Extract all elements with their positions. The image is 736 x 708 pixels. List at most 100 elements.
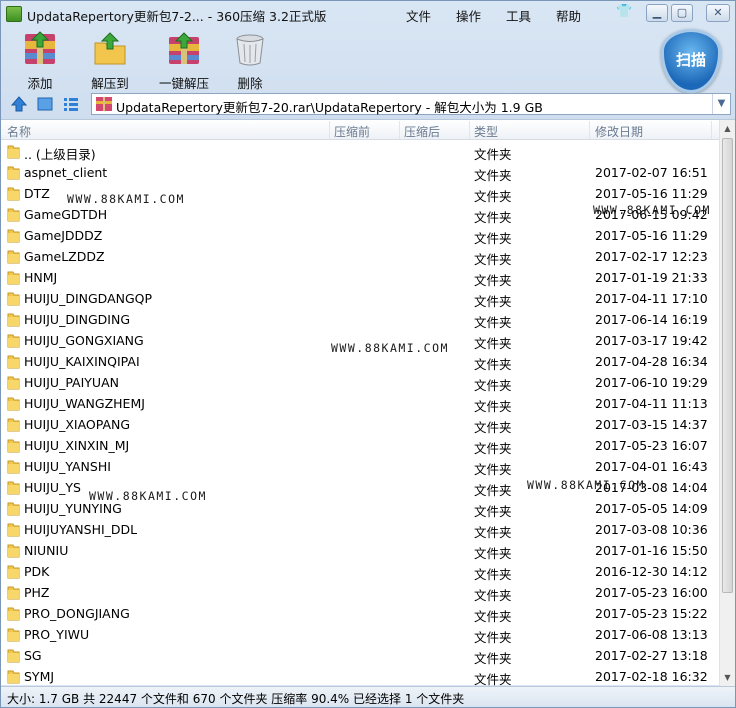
path-field[interactable]: UpdataRepertory更新包7-20.rar\UpdataReperto… (91, 93, 731, 115)
column-divider[interactable] (329, 121, 330, 139)
file-type: 文件夹 (474, 231, 512, 246)
path-dropdown-icon[interactable]: ▼ (712, 94, 730, 114)
table-row[interactable]: HUIJU_XINXIN_MJ 文件夹 2017-05-23 16:07 (1, 435, 719, 456)
file-date: 2017-06-14 16:19 (595, 312, 708, 327)
file-date: 2017-05-16 11:29 (595, 228, 708, 243)
file-name: GameJDDDZ (24, 228, 103, 243)
file-date: 2017-03-08 10:36 (595, 522, 708, 537)
table-row[interactable]: PRO_YIWU 文件夹 2017-06-08 13:13 (1, 624, 719, 645)
table-row[interactable]: HUIJU_YANSHI 文件夹 2017-04-01 16:43 (1, 456, 719, 477)
menu-file[interactable]: 文件 (406, 6, 431, 25)
table-row[interactable]: GameJDDDZ 文件夹 2017-05-16 11:29 (1, 225, 719, 246)
navigation-bar: UpdataRepertory更新包7-20.rar\UpdataReperto… (1, 93, 735, 115)
file-name: HUIJU_DINGDANGQP (24, 291, 153, 306)
folder-icon (7, 249, 20, 264)
skin-shirt-icon[interactable]: 👕 (616, 5, 632, 19)
file-date: 2017-06-08 13:13 (595, 627, 708, 642)
table-row[interactable]: PDK 文件夹 2016-12-30 14:12 (1, 561, 719, 582)
table-row[interactable]: SG 文件夹 2017-02-27 13:18 (1, 645, 719, 666)
status-bar: 大小: 1.7 GB 共 22447 个文件和 670 个文件夹 压缩率 90.… (1, 686, 735, 707)
file-name: HUIJU_GONGXIANG (24, 333, 144, 348)
file-type: 文件夹 (474, 420, 512, 435)
app-logo-icon (6, 6, 22, 22)
column-compressed-after[interactable]: 压缩后 (404, 123, 440, 140)
file-name: PRO_DONGJIANG (24, 606, 130, 621)
table-row[interactable]: .. (上级目录) 文件夹 (1, 141, 719, 162)
title-bar: UpdataRepertory更新包7-2... - 360压缩 3.2正式版 … (1, 1, 735, 27)
table-row[interactable]: PRO_DONGJIANG 文件夹 2017-05-23 15:22 (1, 603, 719, 624)
scroll-up-icon[interactable]: ▲ (720, 120, 735, 137)
table-row[interactable]: HUIJU_PAIYUAN 文件夹 2017-06-10 19:29 (1, 372, 719, 393)
app-window: UpdataRepertory更新包7-2... - 360压缩 3.2正式版 … (0, 0, 736, 708)
file-name: NIUNIU (24, 543, 69, 558)
list-view-icon[interactable] (63, 96, 79, 112)
scan-button[interactable]: 扫描 (661, 29, 721, 93)
table-row[interactable]: HUIJUYANSHI_DDL 文件夹 2017-03-08 10:36 (1, 519, 719, 540)
table-row[interactable]: HUIJU_DINGDANGQP 文件夹 2017-04-11 17:10 (1, 288, 719, 309)
thumbnail-view-icon[interactable] (37, 96, 53, 112)
up-arrow-icon[interactable] (10, 96, 28, 112)
table-row[interactable]: aspnet_client 文件夹 2017-02-07 16:51 (1, 162, 719, 183)
extract-folder-icon (92, 31, 128, 67)
file-type: 文件夹 (474, 273, 512, 288)
table-row[interactable]: HUIJU_XIAOPANG 文件夹 2017-03-15 14:37 (1, 414, 719, 435)
table-row[interactable]: HUIJU_WANGZHEMJ 文件夹 2017-04-11 11:13 (1, 393, 719, 414)
add-button[interactable]: 添加 (4, 29, 76, 91)
add-label: 添加 (27, 76, 53, 91)
file-type: 文件夹 (474, 315, 512, 330)
table-row[interactable]: HNMJ 文件夹 2017-01-19 21:33 (1, 267, 719, 288)
file-date: 2017-05-23 15:22 (595, 606, 708, 621)
file-type: 文件夹 (474, 567, 512, 582)
column-name[interactable]: 名称 (7, 123, 31, 140)
file-name: HUIJU_YANSHI (24, 459, 111, 474)
table-row[interactable]: HUIJU_DINGDING 文件夹 2017-06-14 16:19 (1, 309, 719, 330)
file-name: .. (上级目录) (24, 147, 96, 162)
file-name: HUIJU_KAIXINQIPAI (24, 354, 140, 369)
file-date: 2017-05-23 16:00 (595, 585, 708, 600)
column-divider[interactable] (589, 121, 590, 139)
file-type: 文件夹 (474, 546, 512, 561)
file-name: HUIJU_YUNYING (24, 501, 122, 516)
file-name: HUIJUYANSHI_DDL (24, 522, 138, 537)
file-type: 文件夹 (474, 168, 512, 183)
file-date: 2017-01-16 15:50 (595, 543, 708, 558)
file-name: DTZ (24, 186, 50, 201)
file-name: HUIJU_YS (24, 480, 81, 495)
table-row[interactable]: PHZ 文件夹 2017-05-23 16:00 (1, 582, 719, 603)
column-type[interactable]: 类型 (474, 123, 498, 140)
close-button[interactable]: ✕ (706, 4, 730, 22)
menu-operate[interactable]: 操作 (456, 6, 481, 25)
menu-tools[interactable]: 工具 (506, 6, 531, 25)
delete-button[interactable]: 删除 (214, 29, 286, 91)
vertical-scrollbar[interactable]: ▲ ▼ (719, 120, 735, 686)
watermark: WWW.88KAMI.COM (89, 489, 207, 503)
file-type: 文件夹 (474, 357, 512, 372)
file-type: 文件夹 (474, 378, 512, 393)
file-name: GameLZDDZ (24, 249, 105, 264)
file-type: 文件夹 (474, 252, 512, 267)
scroll-down-icon[interactable]: ▼ (720, 669, 735, 686)
file-type: 文件夹 (474, 294, 512, 309)
folder-icon (7, 144, 20, 159)
column-compressed-before[interactable]: 压缩前 (334, 123, 370, 140)
column-divider[interactable] (469, 121, 470, 139)
file-type: 文件夹 (474, 336, 512, 351)
menu-help[interactable]: 帮助 (556, 6, 581, 25)
column-modified[interactable]: 修改日期 (595, 123, 643, 140)
column-divider[interactable] (711, 121, 712, 139)
extract-to-button[interactable]: 解压到 (74, 29, 146, 91)
one-click-extract-button[interactable]: 一键解压 (144, 29, 224, 91)
file-date: 2017-02-07 16:51 (595, 165, 708, 180)
file-date: 2017-03-15 14:37 (595, 417, 708, 432)
column-divider[interactable] (399, 121, 400, 139)
maximize-button[interactable]: ▢ (671, 4, 693, 22)
scan-label: 扫描 (675, 51, 706, 69)
table-row[interactable]: NIUNIU 文件夹 2017-01-16 15:50 (1, 540, 719, 561)
folder-icon (7, 606, 20, 621)
table-row[interactable]: SYMJ 文件夹 2017-02-18 16:32 (1, 666, 719, 687)
scrollbar-thumb[interactable] (722, 138, 733, 593)
status-text: 大小: 1.7 GB 共 22447 个文件和 670 个文件夹 压缩率 90.… (7, 692, 465, 706)
file-name: PDK (24, 564, 50, 579)
minimize-button[interactable]: ▁ (646, 4, 668, 22)
table-row[interactable]: GameLZDDZ 文件夹 2017-02-17 12:23 (1, 246, 719, 267)
